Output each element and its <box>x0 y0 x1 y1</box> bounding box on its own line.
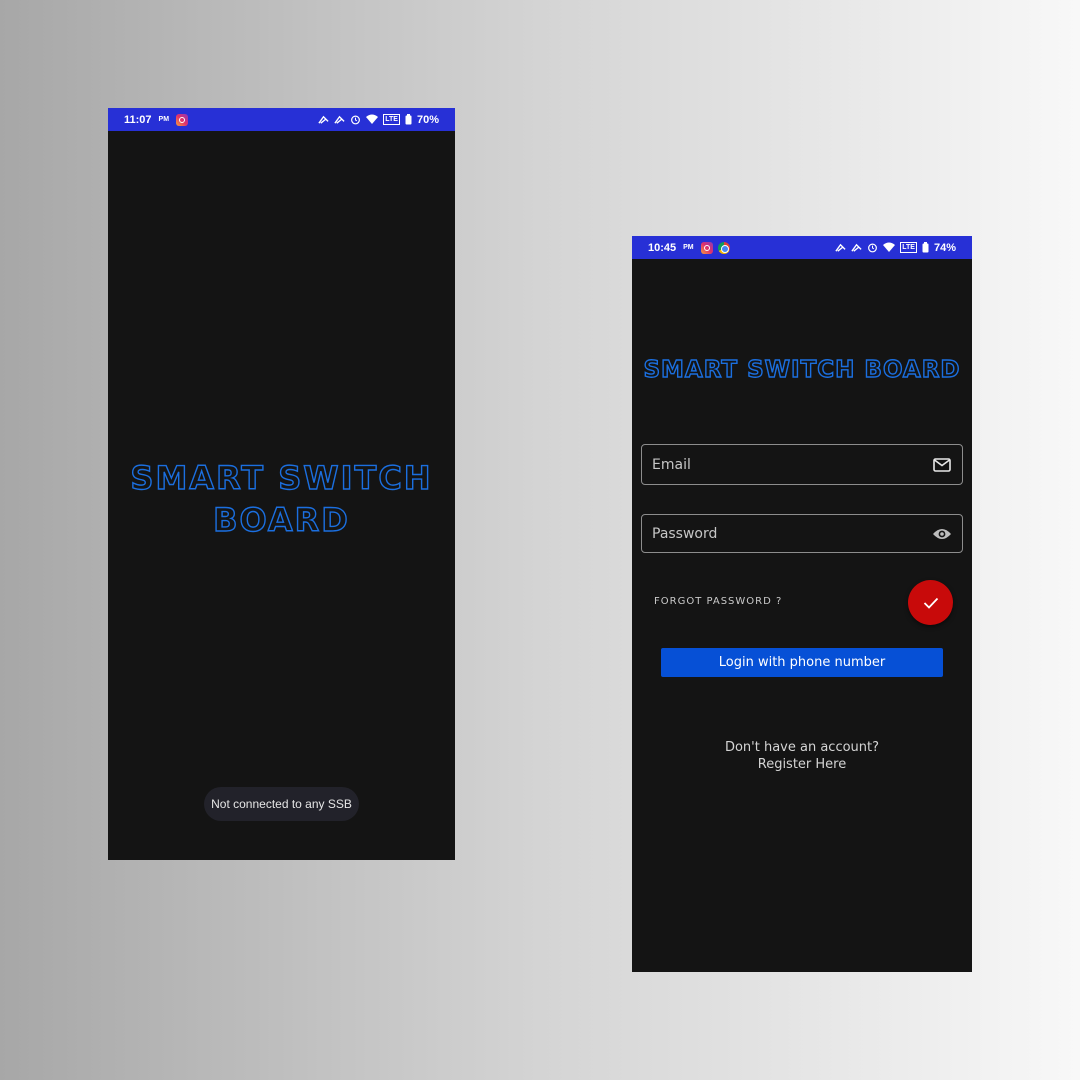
password-input[interactable] <box>652 525 932 542</box>
connection-toast: Not connected to any SSB <box>204 787 359 821</box>
lte-icon: LTE <box>383 114 400 125</box>
battery-icon <box>405 114 412 125</box>
wifi-icon <box>883 242 896 252</box>
login-with-phone-button[interactable]: Login with phone number <box>661 648 943 677</box>
cast-icon <box>318 115 329 124</box>
status-bar: 10:45 PM LTE 74% <box>632 236 972 259</box>
email-field[interactable] <box>641 444 963 485</box>
submit-login-button[interactable] <box>908 580 953 625</box>
battery-icon <box>922 242 929 253</box>
splash-screen: 11:07 PM LTE 70% SMART SWITCH BOARD Not c… <box>108 108 455 860</box>
app-logo: SMART SWITCH BOARD <box>643 356 961 383</box>
alarm-icon <box>351 115 361 125</box>
status-time: 11:07 <box>124 113 152 126</box>
cast-icon <box>851 243 862 252</box>
register-here-text[interactable]: Register Here <box>632 756 972 773</box>
battery-percent: 74% <box>933 241 956 254</box>
login-screen: 10:45 PM LTE 74% SMART SWITCH BOARD FORGO… <box>632 236 972 972</box>
cast-icon <box>334 115 345 124</box>
mail-icon <box>932 455 952 475</box>
status-bar: 11:07 PM LTE 70% <box>108 108 455 131</box>
register-link[interactable]: Don't have an account? Register Here <box>632 739 972 773</box>
cast-icon <box>835 243 846 252</box>
check-icon <box>923 597 938 609</box>
instagram-icon <box>700 241 713 254</box>
forgot-password-link[interactable]: FORGOT PASSWORD ? <box>654 596 782 607</box>
app-logo: SMART SWITCH BOARD <box>130 458 433 539</box>
wifi-icon <box>366 114 379 124</box>
status-ampm: PM <box>683 244 694 251</box>
status-time: 10:45 <box>648 241 677 254</box>
battery-percent: 70% <box>416 113 439 126</box>
alarm-icon <box>868 243 878 253</box>
instagram-icon <box>176 113 189 126</box>
status-ampm: PM <box>158 116 170 123</box>
password-field[interactable] <box>641 514 963 553</box>
email-input[interactable] <box>652 456 932 473</box>
lte-icon: LTE <box>900 242 917 253</box>
eye-icon[interactable] <box>932 524 952 544</box>
chrome-icon <box>717 241 730 254</box>
register-prompt: Don't have an account? <box>724 740 880 755</box>
